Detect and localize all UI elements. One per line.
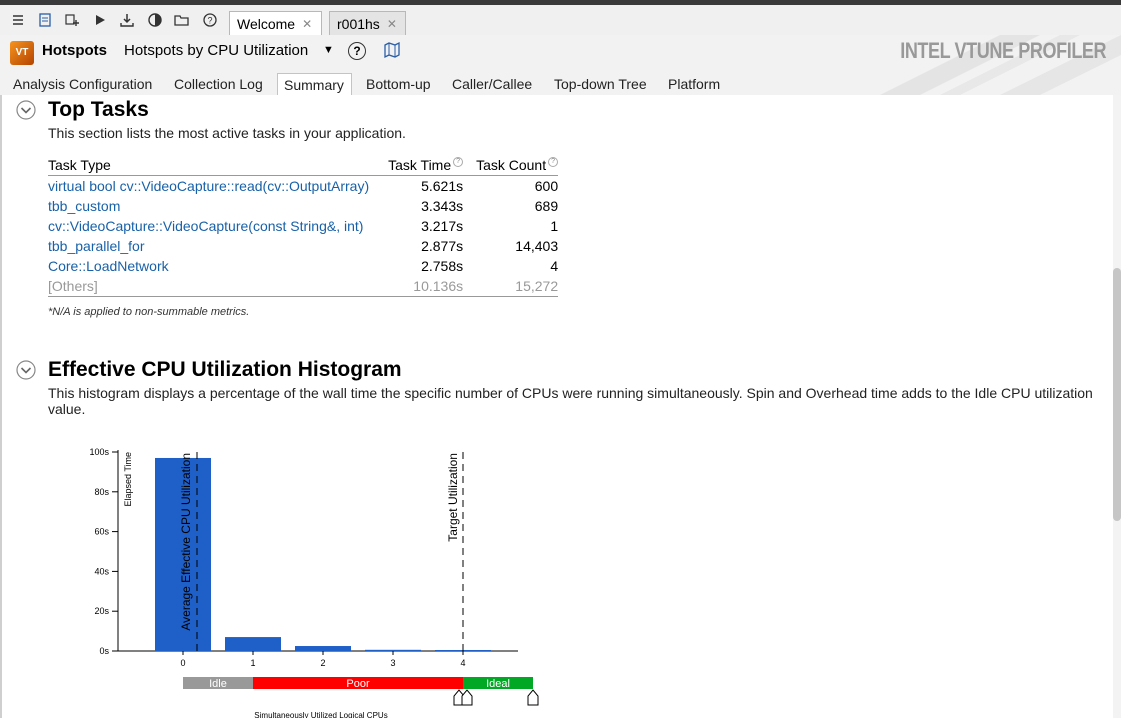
tab-platform[interactable]: Platform bbox=[662, 73, 726, 95]
new-analysis-icon[interactable] bbox=[63, 11, 81, 29]
y-axis-label: Elapsed Time bbox=[123, 452, 133, 507]
y-tick-label: 0s bbox=[99, 646, 109, 656]
analysis-header: VT Hotspots Hotspots by CPU Utilization … bbox=[0, 35, 1121, 95]
chevron-down-icon[interactable]: ▼ bbox=[323, 44, 334, 56]
utilization-band-label: Idle bbox=[209, 678, 227, 690]
tab-collection-log[interactable]: Collection Log bbox=[168, 73, 269, 95]
tab-top-down-tree[interactable]: Top-down Tree bbox=[548, 73, 653, 95]
open-icon[interactable] bbox=[173, 11, 191, 29]
help-icon[interactable]: ? bbox=[201, 11, 219, 29]
y-tick-label: 100s bbox=[89, 447, 109, 457]
x-axis-label: Simultaneously Utilized Logical CPUs bbox=[254, 711, 387, 718]
main-toolbar: ? Welcome ✕ r001hs ✕ bbox=[0, 5, 1121, 36]
vtune-logo-icon: VT bbox=[10, 41, 34, 65]
tab-r001hs-label: r001hs bbox=[337, 16, 380, 32]
vertical-scrollbar[interactable] bbox=[1113, 95, 1121, 718]
tab-r001hs[interactable]: r001hs ✕ bbox=[329, 11, 406, 36]
histogram-bar bbox=[225, 637, 281, 651]
x-tick-label: 2 bbox=[320, 658, 325, 668]
y-tick-label: 60s bbox=[94, 527, 109, 537]
utilization-band-label: Ideal bbox=[486, 678, 510, 690]
x-tick-label: 4 bbox=[460, 658, 465, 668]
ideal-threshold-marker bbox=[461, 689, 473, 706]
compare-icon[interactable] bbox=[146, 11, 164, 29]
svg-text:?: ? bbox=[207, 16, 212, 26]
x-tick-label: 0 bbox=[180, 658, 185, 668]
tab-caller-callee[interactable]: Caller/Callee bbox=[446, 73, 538, 95]
product-logo: INTEL VTUNE PROFILER bbox=[900, 38, 1106, 63]
close-icon[interactable]: ✕ bbox=[387, 12, 401, 36]
summary-content: Top Tasks This section lists the most ac… bbox=[0, 95, 1121, 718]
tab-bottom-up[interactable]: Bottom-up bbox=[360, 73, 437, 95]
y-tick-label: 80s bbox=[94, 487, 109, 497]
tab-welcome[interactable]: Welcome ✕ bbox=[229, 11, 322, 36]
max-threshold-marker bbox=[527, 689, 539, 706]
tab-welcome-label: Welcome bbox=[237, 16, 296, 32]
cpu-utilization-histogram: 0s 20s 40s 60s 80s 100s Elapsed Time 0 1 2 3 4 Avera… bbox=[89, 447, 539, 718]
import-icon[interactable] bbox=[118, 11, 136, 29]
map-icon[interactable] bbox=[383, 41, 401, 62]
tab-summary[interactable]: Summary bbox=[277, 73, 352, 95]
utilization-band-label: Poor bbox=[346, 678, 370, 690]
average-utilization-label: Average Effective CPU Utilization bbox=[179, 453, 193, 631]
target-utilization-label: Target Utilization bbox=[446, 453, 460, 542]
analysis-name: Hotspots bbox=[42, 42, 107, 59]
menu-icon[interactable] bbox=[9, 11, 27, 29]
analysis-type[interactable]: Hotspots by CPU Utilization bbox=[124, 42, 308, 59]
histogram-bar bbox=[365, 649, 421, 651]
histogram-bar bbox=[295, 646, 351, 651]
scrollbar-thumb[interactable] bbox=[1113, 268, 1121, 521]
start-icon[interactable] bbox=[91, 11, 109, 29]
close-icon[interactable]: ✕ bbox=[302, 12, 316, 36]
y-tick-label: 40s bbox=[94, 566, 109, 576]
y-tick-label: 20s bbox=[94, 606, 109, 616]
x-tick-label: 1 bbox=[250, 658, 255, 668]
analysis-help-icon[interactable]: ? bbox=[348, 42, 366, 60]
tab-analysis-configuration[interactable]: Analysis Configuration bbox=[7, 73, 158, 95]
x-tick-label: 3 bbox=[390, 658, 395, 668]
new-project-icon[interactable] bbox=[36, 11, 54, 29]
